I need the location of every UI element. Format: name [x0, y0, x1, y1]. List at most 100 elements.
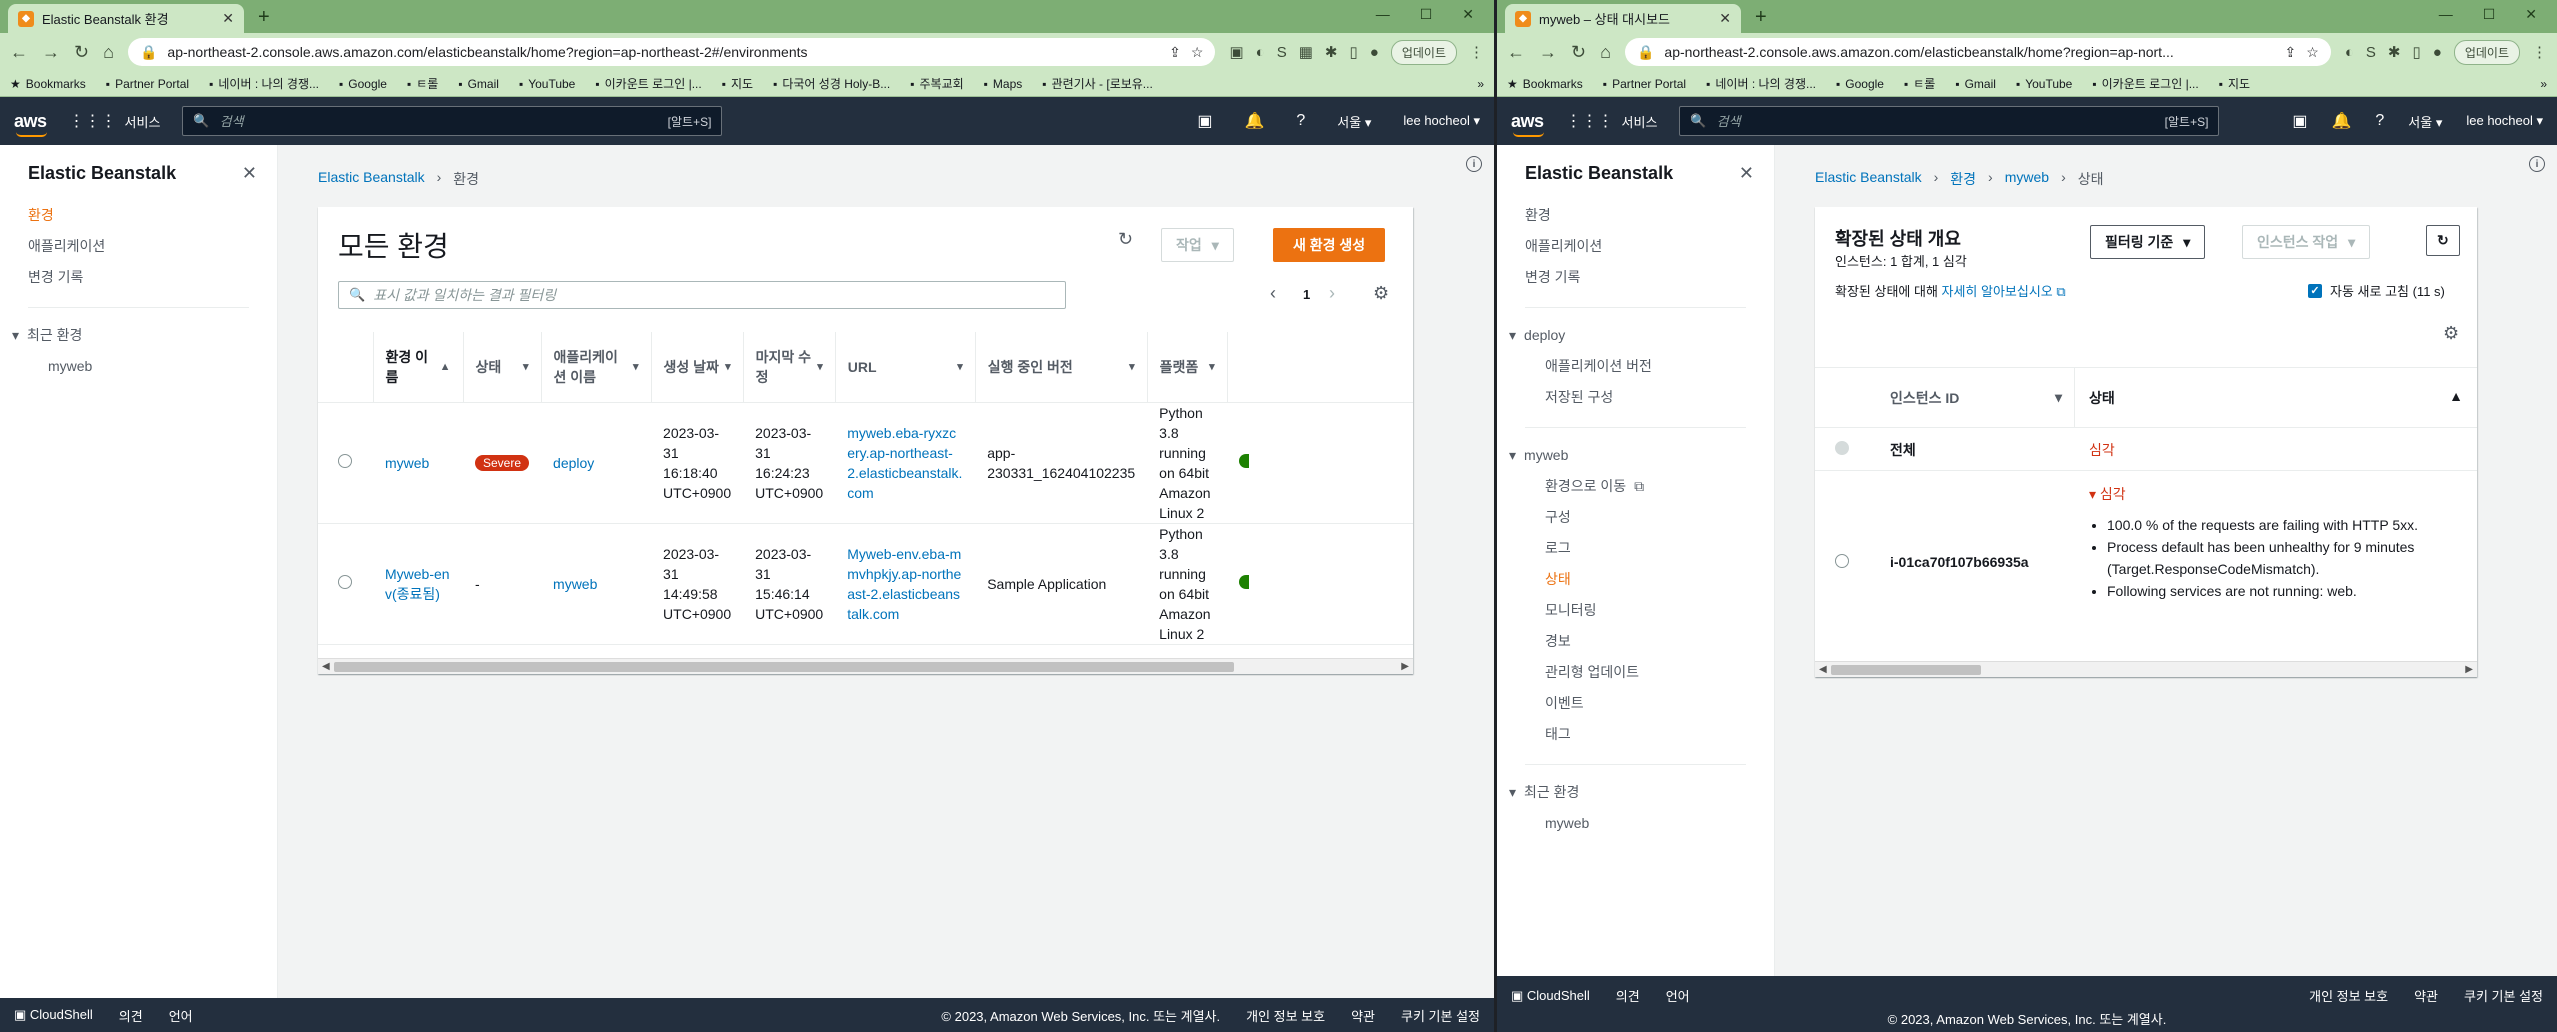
sidebar-item[interactable]: 로그	[1497, 533, 1774, 564]
home-icon[interactable]: ⌂	[1600, 42, 1611, 63]
cookies-link[interactable]: 쿠키 기본 설정	[2464, 986, 2543, 1005]
breadcrumb-item[interactable]: Elastic Beanstalk	[318, 169, 425, 189]
user-menu[interactable]: lee hocheol ▾	[1403, 113, 1480, 129]
column-header[interactable]: 플랫폼 ▾	[1147, 332, 1228, 403]
bookmark-item[interactable]: ▪ 네이버 : 나의 경쟁...	[209, 75, 319, 92]
extension-icon[interactable]: ▣	[1229, 43, 1243, 61]
sidepanel-icon[interactable]: ▯	[2413, 43, 2421, 61]
scroll-left-icon[interactable]: ◀	[322, 659, 330, 674]
maximize-icon[interactable]: ☐	[2483, 6, 2496, 23]
sidebar-item[interactable]: 상태	[1497, 564, 1774, 595]
profile-avatar-icon[interactable]: ●	[2433, 44, 2442, 61]
bookmark-item[interactable]: ★ Bookmarks	[1507, 77, 1583, 91]
sidepanel-icon[interactable]: ▯	[1350, 43, 1358, 61]
table-row-all[interactable]: 전체 심각	[1815, 429, 2477, 471]
breadcrumb-item[interactable]: myweb	[2005, 169, 2049, 189]
column-header[interactable]: 마지막 수정 ▾	[743, 332, 836, 403]
privacy-link[interactable]: 개인 정보 보호	[2309, 986, 2388, 1005]
services-menu[interactable]: ⋮⋮⋮ 서비스	[69, 111, 161, 131]
filter-by-button[interactable]: 필터링 기준 ▾	[2090, 225, 2206, 259]
horizontal-scrollbar[interactable]: ◀ ▶	[318, 658, 1413, 674]
feedback-link[interactable]: 의견	[1616, 986, 1640, 1005]
sidebar-section-recent[interactable]: ▾ 최근 환경	[1497, 777, 1774, 808]
cell-name[interactable]: Myweb-env(종료됨)	[385, 566, 450, 602]
column-header[interactable]: 상태 ▾	[463, 332, 542, 403]
share-icon[interactable]: ⇪	[2285, 44, 2297, 61]
terms-link[interactable]: 약관	[2414, 986, 2438, 1005]
info-icon[interactable]: i	[2529, 156, 2545, 172]
cell-name[interactable]: myweb	[385, 455, 429, 471]
page-number[interactable]: 1	[1303, 287, 1310, 302]
region-selector[interactable]: 서울 ▾	[2408, 112, 2442, 131]
bookmarks-overflow-icon[interactable]: »	[1477, 77, 1484, 91]
sidebar-section-deploy[interactable]: ▾ deploy	[1497, 320, 1774, 351]
bookmark-item[interactable]: ▪ YouTube	[519, 77, 575, 91]
create-environment-button[interactable]: 새 환경 생성	[1273, 228, 1386, 262]
settings-gear-icon[interactable]: ⚙	[1373, 283, 1389, 304]
bookmark-item[interactable]: ★ Bookmarks	[10, 77, 86, 91]
instance-actions-button[interactable]: 인스턴스 작업 ▾	[2242, 225, 2371, 259]
instance-status[interactable]: ▾ 심각	[2089, 484, 2477, 504]
bookmark-item[interactable]: ▪ 지도	[2219, 75, 2250, 92]
update-button[interactable]: 업데이트	[2453, 39, 2520, 65]
cookies-link[interactable]: 쿠키 기본 설정	[1401, 1006, 1480, 1025]
cell-url[interactable]: myweb.eba-ryxzcery.ap-northeast-2.elasti…	[847, 425, 962, 501]
sidebar-item[interactable]: 애플리케이션	[0, 231, 277, 262]
bookmark-item[interactable]: ▪ Partner Portal	[106, 77, 189, 91]
learn-more-link[interactable]: 자세히 알아보십시오	[1942, 284, 2053, 299]
close-window-icon[interactable]: ✕	[2525, 6, 2537, 23]
breadcrumb-item[interactable]: 환경	[1950, 169, 1976, 189]
reload-icon[interactable]: ↻	[74, 42, 89, 63]
privacy-link[interactable]: 개인 정보 보호	[1246, 1006, 1325, 1025]
sidebar-item[interactable]: 변경 기록	[0, 262, 277, 293]
extension-icon[interactable]: S	[2366, 44, 2376, 61]
settings-gear-icon[interactable]: ⚙	[2443, 323, 2459, 344]
bookmark-star-icon[interactable]: ☆	[2306, 44, 2319, 61]
url-box[interactable]: 🔒 ap-northeast-2.console.aws.amazon.com/…	[127, 38, 1216, 66]
close-window-icon[interactable]: ✕	[1462, 6, 1474, 23]
tab-close-icon[interactable]: ✕	[1719, 10, 1731, 27]
refresh-button[interactable]: ↻	[2426, 225, 2460, 256]
cloudshell-icon[interactable]: ▣	[1197, 111, 1212, 131]
actions-button[interactable]: 작업 ▾	[1161, 228, 1234, 262]
bookmark-item[interactable]: ▪ ㅌ롤	[407, 75, 438, 92]
column-header[interactable]: 환경 이름 ▲	[373, 332, 464, 403]
aws-logo[interactable]: aws	[1511, 111, 1544, 137]
scroll-thumb[interactable]	[1831, 665, 1981, 675]
bookmark-item[interactable]: ▪ Google	[1836, 77, 1884, 91]
table-row[interactable]: myweb Severe deploy 2023-03-31 16:18:40 UTC…	[318, 402, 1413, 524]
bell-icon[interactable]: 🔔	[2331, 111, 2351, 131]
aws-search-box[interactable]: 🔍 [알트+S]	[182, 106, 723, 136]
share-icon[interactable]: ⇪	[1169, 44, 1181, 61]
filter-box[interactable]: 🔍	[338, 281, 1066, 309]
feedback-link[interactable]: 의견	[119, 1006, 143, 1025]
close-icon[interactable]: ✕	[1739, 163, 1754, 184]
sidebar-item[interactable]: 구성	[1497, 502, 1774, 533]
scroll-thumb[interactable]	[334, 662, 1234, 672]
row-radio[interactable]	[338, 574, 352, 589]
menu-kebab-icon[interactable]: ⋮	[2532, 43, 2547, 61]
sidebar-item[interactable]: 이벤트	[1497, 688, 1774, 719]
bookmark-item[interactable]: ▪ 관련기사 - [로보유...	[1042, 75, 1153, 92]
row-radio[interactable]	[338, 453, 352, 468]
sidebar-item[interactable]: 저장된 구성	[1497, 382, 1774, 413]
extension-icon[interactable]: ◐	[2345, 44, 2354, 61]
column-status[interactable]: 상태 ▲	[2075, 388, 2477, 408]
extension-icon[interactable]: S	[1277, 44, 1287, 61]
filter-input[interactable]	[373, 287, 1055, 303]
bookmark-item[interactable]: ▪ 주복교회	[910, 75, 963, 92]
new-tab-button[interactable]: +	[1755, 6, 1767, 29]
puzzle-icon[interactable]: ✱	[2388, 43, 2401, 61]
sidebar-item[interactable]: 환경으로 이동 ⧉	[1497, 471, 1774, 502]
bookmark-item[interactable]: ▪ Maps	[984, 77, 1023, 91]
aws-search-input[interactable]	[1716, 113, 2155, 129]
sidebar-item[interactable]: 애플리케이션 버전	[1497, 351, 1774, 382]
sidebar-item[interactable]: 변경 기록	[1497, 262, 1774, 293]
refresh-icon[interactable]: ↻	[1118, 229, 1133, 250]
aws-logo[interactable]: aws	[14, 111, 47, 137]
sidebar-item[interactable]: 환경	[1497, 200, 1774, 231]
close-icon[interactable]: ✕	[242, 163, 257, 184]
sidebar-item[interactable]: 모니터링	[1497, 595, 1774, 626]
breadcrumb-item[interactable]: Elastic Beanstalk	[1815, 169, 1922, 189]
back-icon[interactable]: ←	[10, 42, 28, 63]
